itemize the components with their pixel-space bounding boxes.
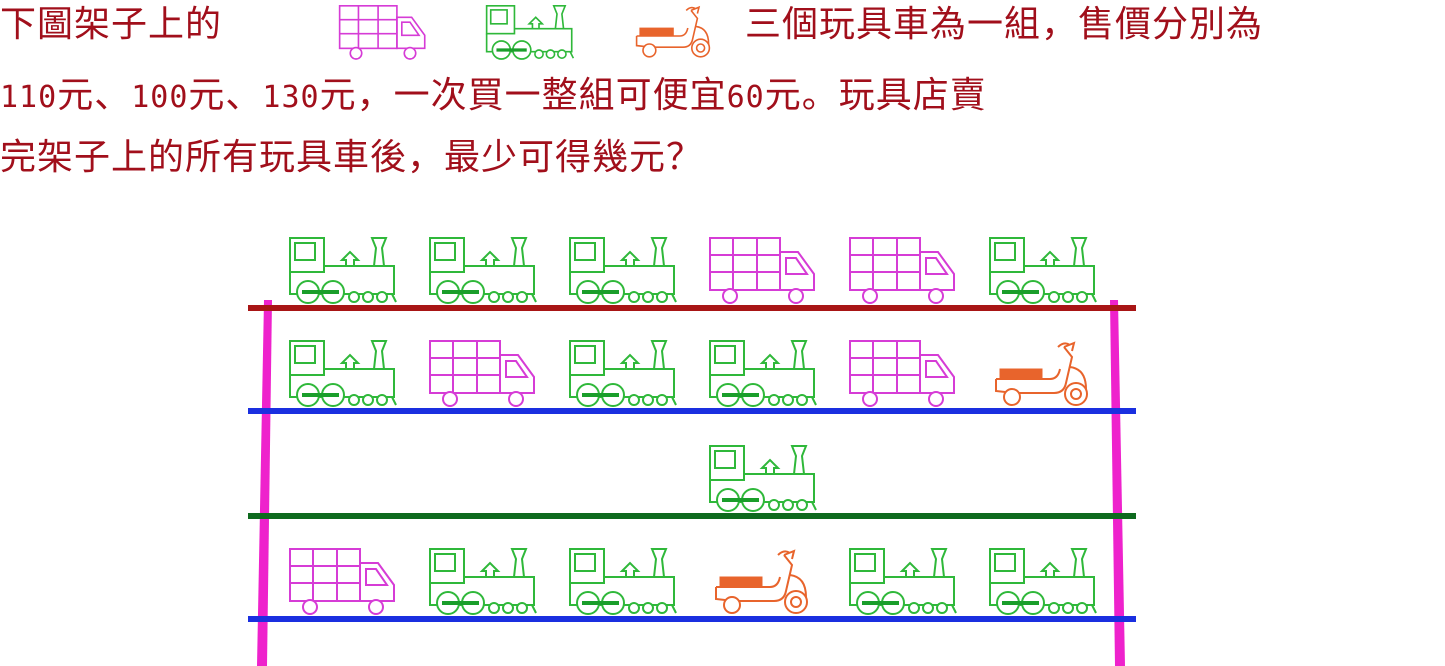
train-toy-icon [709, 445, 817, 512]
truck-toy-icon [429, 340, 535, 407]
scooter-toy-icon [715, 549, 808, 614]
shelf-post-right [1110, 300, 1125, 666]
train-toy-icon [429, 237, 537, 304]
truck-toy-icon [849, 237, 955, 304]
truck-toy-icon [289, 548, 395, 615]
train-toy-icon [569, 548, 677, 615]
truck-toy-icon [849, 340, 955, 407]
shelf-post-left [257, 300, 272, 666]
train-toy-icon [849, 548, 957, 615]
train-toy-icon [989, 548, 1097, 615]
train-toy-icon [709, 340, 817, 407]
train-toy-icon [569, 237, 677, 304]
scooter-toy-icon [995, 341, 1088, 406]
train-toy-icon [569, 340, 677, 407]
train-toy-icon [429, 548, 537, 615]
truck-toy-icon [709, 237, 815, 304]
shelf-scene [248, 237, 1136, 666]
train-toy-icon [289, 340, 397, 407]
train-toy-icon [289, 237, 397, 304]
train-toy-icon [989, 237, 1097, 304]
